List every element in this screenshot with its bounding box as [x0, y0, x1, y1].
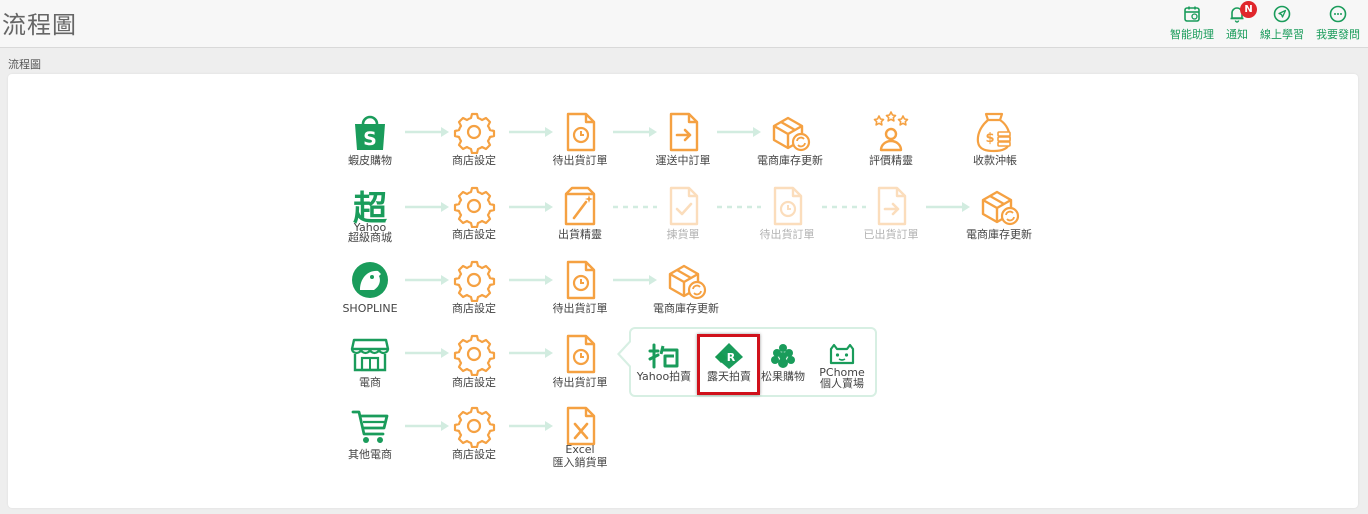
- gear-icon: [452, 404, 496, 448]
- popup-item-label: 松果購物: [761, 370, 805, 383]
- doc-clock-icon: [558, 332, 602, 376]
- page-title: 流程圖: [2, 11, 77, 39]
- review-stars-icon: [869, 110, 913, 154]
- assistant-button[interactable]: 智能助理: [1170, 4, 1214, 42]
- node-label: 揀貨單: [666, 228, 700, 241]
- node-label: 超級商城: [348, 231, 392, 244]
- node-label: 待出貨訂單: [759, 228, 815, 241]
- gear-icon: [452, 332, 496, 376]
- node-review-wizard[interactable]: 評價精靈: [841, 110, 941, 167]
- popup-item-label: Yahoo拍賣: [636, 370, 692, 383]
- node-inventory-update[interactable]: 電商庫存更新: [636, 258, 736, 315]
- node-payment-reconcile[interactable]: 收款沖帳: [945, 110, 1045, 167]
- popup-pointer-inner: [620, 342, 631, 366]
- yahoo-auction-icon: [647, 341, 681, 371]
- node-pending-orders[interactable]: 待出貨訂單: [530, 258, 630, 315]
- box-sync-icon: [664, 258, 708, 302]
- gear-icon: [452, 258, 496, 302]
- top-bar: 流程圖 智能助理 N 通知 線上學習 我要發問: [0, 0, 1368, 48]
- doc-arrow-icon: [661, 110, 705, 154]
- node-label: SHOPLINE: [342, 302, 398, 315]
- node-store-settings[interactable]: 商店設定: [424, 258, 524, 315]
- calendar-icon: [1182, 4, 1202, 24]
- node-shipping-orders[interactable]: 運送中訂單: [633, 110, 733, 167]
- node-label: 待出貨訂單: [552, 302, 608, 315]
- ask-question-label: 我要發問: [1316, 28, 1360, 41]
- node-label: 蝦皮購物: [348, 154, 392, 167]
- doc-arrow-icon: [869, 184, 913, 228]
- node-store-settings[interactable]: 商店設定: [424, 332, 524, 389]
- node-label: 待出貨訂單: [552, 154, 608, 167]
- doc-clock-icon: [558, 258, 602, 302]
- node-label: 收款沖帳: [973, 154, 1017, 167]
- notification-badge: N: [1240, 1, 1257, 18]
- node-shopee[interactable]: S 蝦皮購物: [320, 110, 420, 167]
- node-label: 電商庫存更新: [966, 228, 1032, 241]
- node-label: 已出貨訂單: [863, 228, 919, 241]
- box-sync-icon: [977, 184, 1021, 228]
- node-label: 電商庫存更新: [653, 302, 719, 315]
- node-label: 商店設定: [452, 448, 496, 461]
- node-label: 商店設定: [452, 154, 496, 167]
- node-label: 出貨精靈: [558, 228, 602, 241]
- learning-button[interactable]: 線上學習: [1260, 4, 1304, 42]
- node-ecommerce[interactable]: 電商: [320, 332, 420, 389]
- navigation-icon: [1272, 4, 1292, 24]
- gear-icon: [452, 184, 496, 228]
- node-label: Excel: [565, 443, 595, 456]
- node-yahoo-mall[interactable]: 超 Yahoo 超級商城: [320, 184, 420, 244]
- node-label: 商店設定: [452, 376, 496, 389]
- svg-text:S: S: [363, 128, 377, 150]
- top-actions: 智能助理 N 通知 線上學習 我要發問: [1170, 1, 1360, 42]
- svg-text:R: R: [727, 351, 736, 364]
- popup-item-label: 個人賣場: [820, 377, 864, 390]
- store-icon: [348, 332, 392, 376]
- ruten-icon: R: [712, 341, 746, 371]
- chat-icon: [1328, 4, 1348, 24]
- node-label: 匯入銷貨單: [552, 456, 608, 469]
- doc-check-icon: [661, 184, 705, 228]
- money-bag-icon: [973, 110, 1017, 154]
- pinecone-icon: [766, 341, 800, 371]
- node-label: 商店設定: [452, 302, 496, 315]
- node-label: 電商庫存更新: [757, 154, 823, 167]
- assistant-label: 智能助理: [1170, 28, 1214, 41]
- cart-icon: [348, 404, 392, 448]
- popup-item-label: 露天拍賣: [707, 370, 751, 383]
- breadcrumb: 流程圖: [8, 58, 41, 71]
- node-store-settings[interactable]: 商店設定: [424, 110, 524, 167]
- node-inventory-update[interactable]: 電商庫存更新: [949, 184, 1049, 241]
- node-pending-orders[interactable]: 待出貨訂單: [530, 110, 630, 167]
- popup-item-pchome[interactable]: PChome 個人賣場: [810, 341, 874, 389]
- node-excel-import[interactable]: Excel 匯入銷貨單: [530, 404, 630, 469]
- doc-clock-icon: [765, 184, 809, 228]
- node-pending-orders[interactable]: 待出貨訂單: [530, 332, 630, 389]
- node-label: 電商: [359, 376, 381, 389]
- learning-label: 線上學習: [1260, 28, 1304, 41]
- shopee-bag-icon: S: [348, 110, 392, 154]
- popup-item-yahoo-auction[interactable]: Yahoo拍賣: [632, 341, 696, 382]
- excel-doc-icon: [558, 404, 602, 448]
- node-label: 其他電商: [348, 448, 392, 461]
- node-label: 商店設定: [452, 228, 496, 241]
- node-label: 待出貨訂單: [552, 376, 608, 389]
- doc-clock-icon: [558, 110, 602, 154]
- node-shopline[interactable]: SHOPLINE: [320, 258, 420, 315]
- gear-icon: [452, 110, 496, 154]
- node-label: 評價精靈: [869, 154, 913, 167]
- shopline-icon: [348, 258, 392, 302]
- node-inventory-update[interactable]: 電商庫存更新: [740, 110, 840, 167]
- box-sync-icon: [768, 110, 812, 154]
- popup-item-pinecone[interactable]: 松果購物: [751, 341, 815, 382]
- notification-button[interactable]: N 通知: [1226, 1, 1257, 42]
- ask-question-button[interactable]: 我要發問: [1316, 4, 1360, 42]
- node-other-ecommerce[interactable]: 其他電商: [320, 404, 420, 461]
- node-label: 運送中訂單: [655, 154, 711, 167]
- notification-label: 通知: [1226, 28, 1248, 41]
- node-store-settings[interactable]: 商店設定: [424, 404, 524, 461]
- box-wand-icon: [558, 184, 602, 228]
